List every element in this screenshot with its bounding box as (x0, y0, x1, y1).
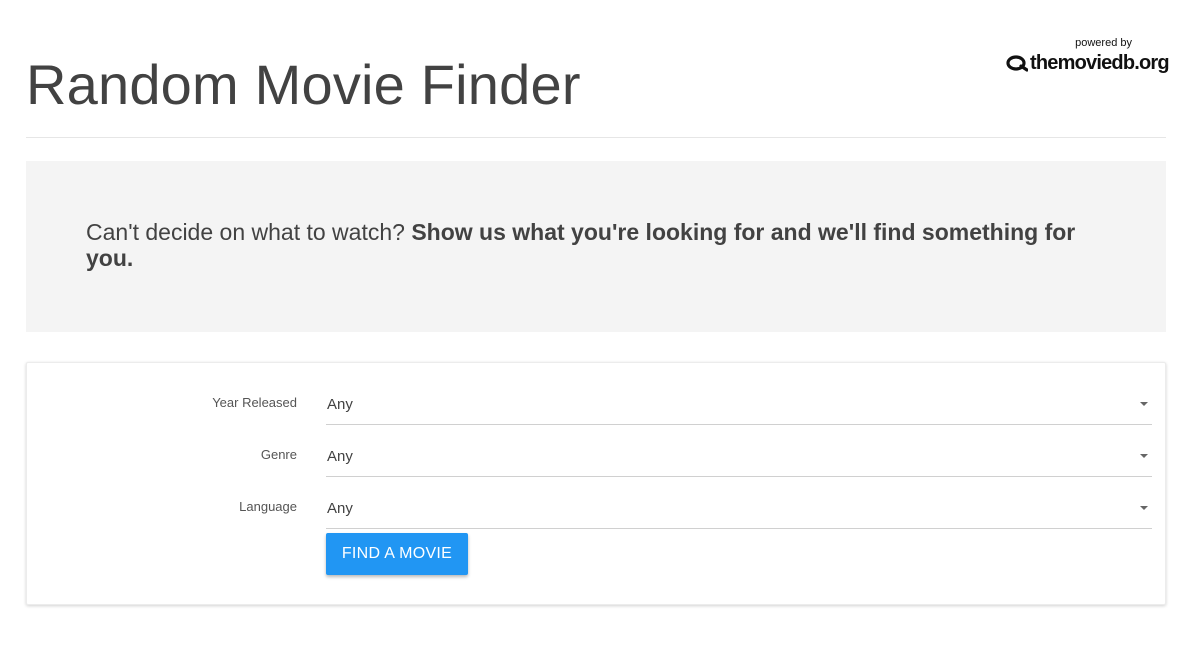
powered-by-label: powered by (1075, 37, 1132, 49)
hero-banner: Can't decide on what to watch? Show us w… (26, 161, 1166, 332)
caret-down-icon (1140, 402, 1148, 406)
page: Random Movie Finder powered by themovied… (0, 0, 1197, 663)
tmdb-logo-icon (1006, 55, 1028, 72)
tmdb-attribution[interactable]: powered by themoviedb.org (1006, 37, 1170, 77)
year-released-label: Year Released (212, 395, 297, 410)
language-select[interactable]: Any (326, 487, 1152, 529)
tmdb-logo-text: themoviedb.org (1030, 52, 1170, 74)
language-label: Language (239, 499, 297, 514)
search-form-card: Year Released Any Genre Any Language Any… (26, 362, 1166, 605)
page-title: Random Movie Finder (26, 53, 581, 116)
hero-text: Can't decide on what to watch? Show us w… (86, 219, 1096, 271)
caret-down-icon (1140, 454, 1148, 458)
genre-select[interactable]: Any (326, 435, 1152, 477)
caret-down-icon (1140, 506, 1148, 510)
genre-label: Genre (260, 447, 297, 462)
language-value: Any (327, 500, 353, 517)
genre-value: Any (327, 448, 353, 465)
genre-row: Genre Any (27, 425, 1167, 477)
year-released-value: Any (327, 396, 353, 413)
hero-lead: Can't decide on what to watch? (86, 219, 412, 245)
language-row: Language Any (27, 477, 1167, 529)
year-released-select[interactable]: Any (326, 383, 1152, 425)
year-released-row: Year Released Any (27, 373, 1167, 425)
tmdb-logo[interactable]: themoviedb.org (1006, 50, 1170, 76)
header: Random Movie Finder powered by themovied… (26, 0, 1170, 138)
find-a-movie-button[interactable]: FIND A MOVIE (326, 533, 468, 575)
